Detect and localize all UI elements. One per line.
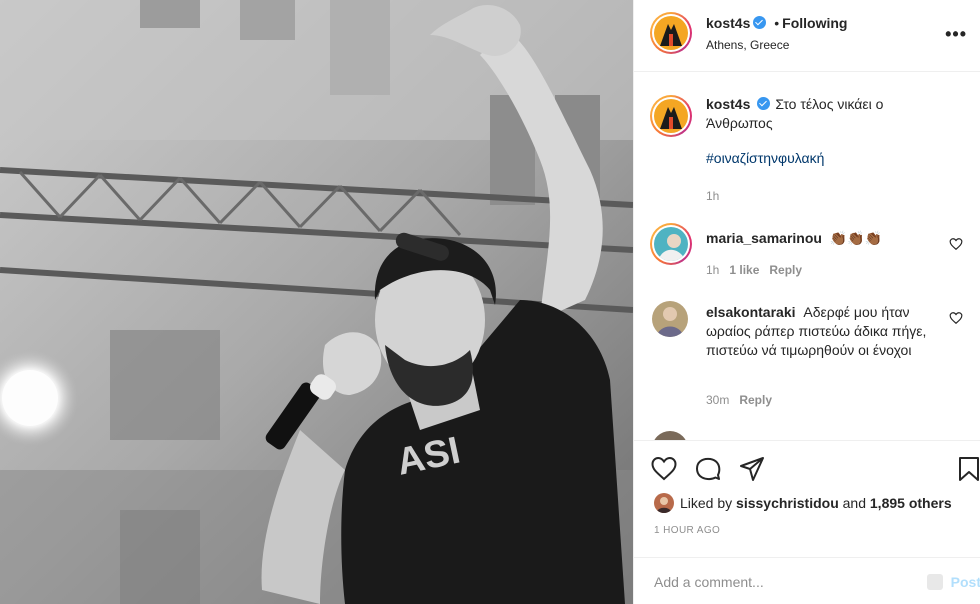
post-header: kost4s • Following Athens, Greece ••• <box>634 0 980 72</box>
caption-author-avatar[interactable] <box>650 95 692 137</box>
post-side-panel: kost4s • Following Athens, Greece ••• kos… <box>633 0 980 604</box>
verified-badge-icon <box>753 16 767 29</box>
comment-time[interactable]: 1h <box>706 263 719 277</box>
post-location[interactable]: Athens, Greece <box>706 38 789 52</box>
comment-item: maria_samarinou 👏🏾👏🏾👏🏾 1h 1 like Reply <box>650 223 965 283</box>
more-options-icon[interactable]: ••• <box>945 24 967 45</box>
comment-text: 👏🏾👏🏾👏🏾 <box>829 230 883 246</box>
liker-avatar-image <box>654 493 674 513</box>
header-top-line: kost4s • Following <box>706 15 847 31</box>
photo-image: ASI <box>0 0 633 604</box>
post-comment-button[interactable]: Post <box>951 574 980 590</box>
commenter-avatar[interactable] <box>652 431 688 440</box>
comment-item-partial <box>650 431 965 440</box>
caption: kost4s Στο τέλος νικάει ο Άνθρωπος #οιναζ… <box>650 95 965 205</box>
comment-icon[interactable] <box>694 455 722 483</box>
caption-hashtag[interactable]: #οιναζίστηνφυλακή <box>706 150 824 166</box>
liker-username[interactable]: sissychristidou <box>736 495 839 511</box>
commenter-avatar-image <box>652 301 688 337</box>
likes-summary: Liked by sissychristidou and 1,895 other… <box>654 493 952 513</box>
comment-meta: 1h 1 like Reply <box>706 263 802 277</box>
caption-text-block: kost4s Στο τέλος νικάει ο Άνθρωπος <box>706 95 939 133</box>
heart-icon[interactable] <box>650 455 678 483</box>
comment-meta: 30m Reply <box>706 393 772 407</box>
comment-username[interactable]: maria_samarinou <box>706 230 822 246</box>
commenter-avatar[interactable] <box>652 301 688 337</box>
commenter-avatar[interactable] <box>650 223 692 265</box>
comment-likes[interactable]: 1 like <box>729 263 759 277</box>
caption-avatar-image <box>654 99 688 133</box>
caption-time[interactable]: 1h <box>706 189 719 203</box>
comment-item: elsakontaraki Αδερφέ μου ήταν ωραίος ράπ… <box>650 299 965 419</box>
emoji-icon[interactable] <box>927 574 943 590</box>
likes-others-count[interactable]: 1,895 others <box>870 495 952 511</box>
comment-text-block: maria_samarinou 👏🏾👏🏾👏🏾 <box>706 229 939 248</box>
commenter-avatar-image <box>654 227 688 261</box>
share-icon[interactable] <box>738 455 766 483</box>
liked-by-prefix: Liked by <box>680 495 733 511</box>
comment-time[interactable]: 30m <box>706 393 729 407</box>
reply-button[interactable]: Reply <box>739 393 772 407</box>
comment-text-block: elsakontaraki Αδερφέ μου ήταν ωραίος ράπ… <box>706 303 939 360</box>
following-button[interactable]: Following <box>782 15 847 31</box>
add-comment-bar: Add a comment... Post <box>634 557 980 604</box>
verified-badge-icon <box>757 97 771 110</box>
author-avatar[interactable] <box>650 12 692 54</box>
comment-username[interactable]: elsakontaraki <box>706 304 796 320</box>
post-actions: Liked by sissychristidou and 1,895 other… <box>634 440 980 604</box>
caption-username[interactable]: kost4s <box>706 96 750 112</box>
liked-by-and: and <box>842 495 866 511</box>
liker-avatar[interactable] <box>654 493 674 513</box>
comment-input[interactable]: Add a comment... <box>654 574 764 590</box>
separator-dot: • <box>774 15 780 31</box>
post-timestamp[interactable]: 1 HOUR AGO <box>654 525 720 536</box>
post-photo[interactable]: ASI <box>0 0 633 604</box>
author-avatar-image <box>654 16 688 50</box>
author-username[interactable]: kost4s <box>706 15 750 31</box>
comment-like-heart-icon[interactable] <box>949 237 963 251</box>
reply-button[interactable]: Reply <box>769 263 802 277</box>
comments-list[interactable]: kost4s Στο τέλος νικάει ο Άνθρωπος #οιναζ… <box>634 73 980 440</box>
bookmark-icon[interactable] <box>955 455 980 483</box>
comment-like-heart-icon[interactable] <box>949 311 963 325</box>
